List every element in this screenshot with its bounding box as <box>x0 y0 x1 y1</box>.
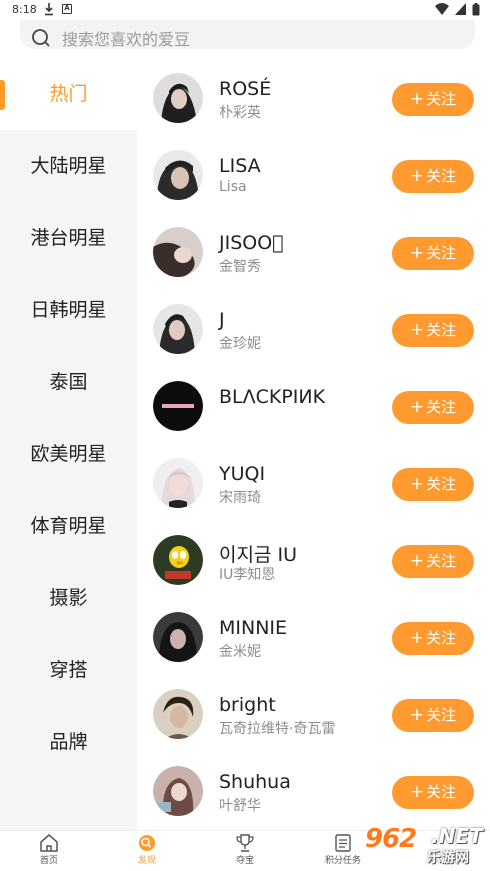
tab-label: 发现 <box>137 856 156 866</box>
category-hot[interactable]: 热门 <box>0 58 137 130</box>
discover-icon <box>139 835 155 851</box>
watermark-site: 乐游网 <box>427 850 469 866</box>
tab-label: 首页 <box>39 856 58 866</box>
category-label: 泰国 <box>49 371 88 393</box>
avatar <box>153 612 203 662</box>
follow-button[interactable]: + 关注 <box>392 391 474 424</box>
status-icons <box>435 2 480 16</box>
star-name: Shuhua <box>219 771 291 793</box>
follow-button[interactable]: + 关注 <box>392 83 474 116</box>
tab-label: 夺宝 <box>235 856 254 866</box>
star-row[interactable]: LISA Lisa + 关注 <box>137 135 490 212</box>
category-label: 日韩明星 <box>30 299 107 321</box>
star-row[interactable]: Shuhua 叶舒华 + 关注 <box>137 751 490 828</box>
avatar <box>153 689 203 739</box>
follow-button[interactable]: + 关注 <box>392 622 474 655</box>
task-list-icon <box>335 834 351 852</box>
category-sports[interactable]: 体育明星 <box>0 490 137 562</box>
category-label: 港台明星 <box>30 227 107 249</box>
active-indicator <box>0 80 5 110</box>
star-row[interactable]: JISOO  金智秀 + 关注 <box>137 212 490 289</box>
category-label: 体育明星 <box>30 515 107 537</box>
category-brand[interactable]: 品牌 <box>0 706 137 778</box>
star-name: bright <box>219 694 276 716</box>
star-name: 이지금 IU <box>219 544 297 566</box>
category-outfit[interactable]: 穿搭 <box>0 634 137 706</box>
avatar <box>153 766 203 816</box>
home-icon <box>40 834 58 852</box>
search-bar[interactable] <box>20 20 475 49</box>
status-bar: 8:18 A <box>0 0 490 20</box>
category-mainland[interactable]: 大陆明星 <box>0 130 137 202</box>
star-subname: Lisa <box>219 179 247 195</box>
category-label: 大陆明星 <box>30 155 107 177</box>
star-row[interactable]: bright 瓦奇拉维特·奇瓦雷 + 关注 <box>137 674 490 751</box>
search-icon <box>32 29 50 47</box>
follow-button[interactable]: + 关注 <box>392 160 474 193</box>
follow-button[interactable]: + 关注 <box>392 314 474 347</box>
star-row[interactable]: 이지금 IU IU李知恩 + 关注 <box>137 520 490 597</box>
download-icon <box>45 3 53 16</box>
category-label: 欧美明星 <box>30 443 107 465</box>
star-name: J <box>219 309 225 331</box>
status-time: 8:18 <box>12 3 37 16</box>
star-row[interactable]: YUQI 宋雨琦 + 关注 <box>137 443 490 520</box>
follow-button[interactable]: + 关注 <box>392 699 474 732</box>
star-subname: 叶舒华 <box>219 798 261 814</box>
notification-a-icon: A <box>62 4 72 14</box>
follow-button[interactable]: + 关注 <box>392 776 474 809</box>
star-row[interactable]: ROSÉ 朴彩英 + 关注 <box>137 58 490 135</box>
star-subname: IU李知恩 <box>219 567 276 583</box>
site-watermark: 962 .NET 乐游网 <box>355 822 490 871</box>
avatar <box>153 150 203 200</box>
follow-button[interactable]: + 关注 <box>392 468 474 501</box>
star-row[interactable]: BLΛCKPIИK + 关注 <box>137 366 490 443</box>
avatar <box>153 304 203 354</box>
star-subname: 金智秀 <box>219 259 261 275</box>
signal-icon <box>455 3 466 15</box>
category-jp-kr[interactable]: 日韩明星 <box>0 274 137 346</box>
category-photography[interactable]: 摄影 <box>0 562 137 634</box>
category-label: 摄影 <box>49 587 88 609</box>
avatar <box>153 227 203 277</box>
category-label: 热门 <box>49 83 88 105</box>
category-label: 品牌 <box>49 731 88 753</box>
category-western[interactable]: 欧美明星 <box>0 418 137 490</box>
avatar <box>153 458 203 508</box>
star-subname: 朴彩英 <box>219 105 261 121</box>
star-name: YUQI <box>219 463 266 485</box>
category-label: 穿搭 <box>49 659 88 681</box>
star-name: LISA <box>219 155 261 177</box>
tab-home[interactable]: 首页 <box>19 834 79 870</box>
star-row[interactable]: MINNIE 金米妮 + 关注 <box>137 597 490 674</box>
star-name: BLΛCKPIИK <box>219 386 326 408</box>
watermark-suffix: .NET <box>431 824 483 848</box>
category-sidebar: 热门 大陆明星 港台明星 日韩明星 泰国 欧美明星 体育明星 摄影 穿搭 品牌 <box>0 58 137 830</box>
star-name: MINNIE <box>219 617 288 639</box>
search-input[interactable] <box>62 28 442 49</box>
trophy-icon <box>236 834 254 852</box>
star-subname: 金米妮 <box>219 644 261 660</box>
star-row[interactable]: J 金珍妮 + 关注 <box>137 289 490 366</box>
category-hk-tw[interactable]: 港台明星 <box>0 202 137 274</box>
star-name: ROSÉ <box>219 78 272 100</box>
battery-icon <box>472 2 480 15</box>
avatar <box>153 381 203 431</box>
watermark-number: 962 <box>365 824 417 854</box>
category-thailand[interactable]: 泰国 <box>0 346 137 418</box>
wifi-icon <box>435 3 449 15</box>
tab-treasure[interactable]: 夺宝 <box>215 834 275 870</box>
follow-button[interactable]: + 关注 <box>392 545 474 578</box>
star-subname: 宋雨琦 <box>219 490 261 506</box>
star-name: JISOO  <box>219 232 284 254</box>
follow-button[interactable]: + 关注 <box>392 237 474 270</box>
star-subname: 瓦奇拉维特·奇瓦雷 <box>219 721 336 737</box>
avatar <box>153 535 203 585</box>
tab-discover[interactable]: 发现 <box>117 834 177 870</box>
avatar <box>153 73 203 123</box>
star-subname: 金珍妮 <box>219 336 261 352</box>
